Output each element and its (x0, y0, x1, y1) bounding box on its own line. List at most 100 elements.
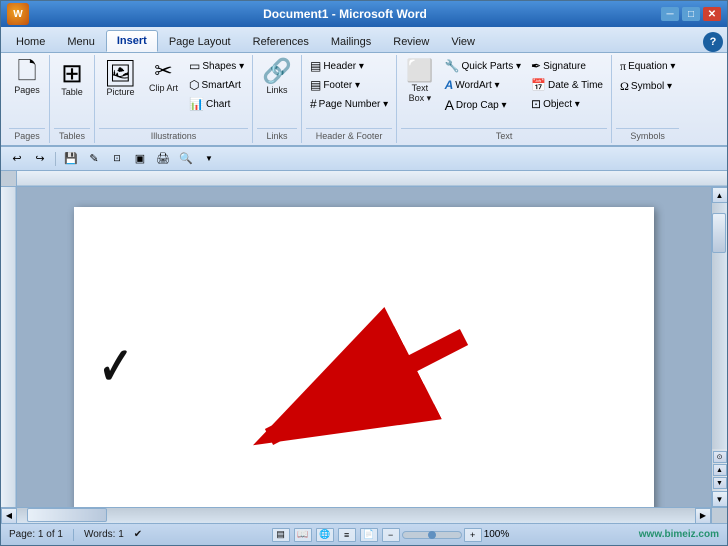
qa-btn-5[interactable]: ⊡ (107, 150, 127, 168)
maximize-button[interactable]: □ (682, 7, 700, 21)
chart-button[interactable]: 📊 Chart (185, 95, 248, 113)
pages-icon: 🗋 (17, 60, 36, 84)
tab-references[interactable]: References (242, 30, 320, 52)
qa-btn-6[interactable]: ▣ (130, 150, 150, 168)
links-icon: 🔗 (262, 60, 292, 84)
equation-label: Equation ▾ (628, 61, 675, 72)
h-scroll-thumb[interactable] (27, 508, 107, 522)
wordart-label: WordArt ▾ (455, 80, 499, 91)
office-icon: W (13, 9, 22, 20)
wordart-button[interactable]: A WordArt ▾ (441, 76, 525, 94)
ribbon: 🗋 Pages Pages ⊞ Table Tables 🖼 Picture (1, 53, 727, 147)
textbox-button[interactable]: ⬜ TextBox ▾ (401, 57, 438, 107)
h-scroll-track[interactable] (17, 508, 695, 523)
ribbon-group-header-footer: ▤ Header ▾ ▤ Footer ▾ # Page Number ▾ He… (302, 55, 397, 143)
ruler-svg (17, 171, 727, 186)
scroll-right-button[interactable]: ▶ (695, 508, 711, 524)
pages-group-label: Pages (9, 128, 45, 143)
scroll-thumb[interactable] (712, 213, 726, 253)
text-stack: 🔧 Quick Parts ▾ A WordArt ▾ A Drop Cap ▾ (441, 57, 525, 115)
scroll-track[interactable] (712, 203, 727, 449)
drop-cap-label: Drop Cap ▾ (456, 100, 507, 111)
signature-button[interactable]: ✒ Signature (527, 57, 607, 75)
shapes-icon: ▭ (189, 59, 200, 73)
view-web-layout[interactable]: 🌐 (316, 528, 334, 542)
drop-cap-icon: A (445, 97, 454, 113)
close-button[interactable]: ✕ (703, 7, 721, 21)
office-button[interactable]: W (7, 3, 29, 25)
zoom-slider-thumb[interactable] (428, 531, 436, 539)
hf-stack: ▤ Header ▾ ▤ Footer ▾ # Page Number ▾ (306, 57, 392, 113)
smartart-label: SmartArt (202, 80, 241, 91)
redo-button[interactable]: ↪ (30, 150, 50, 168)
help-button[interactable]: ? (703, 32, 723, 52)
view-outline[interactable]: ≡ (338, 528, 356, 542)
zoom-slider-track[interactable] (402, 531, 462, 539)
page-number-button[interactable]: # Page Number ▾ (306, 95, 392, 113)
tab-view[interactable]: View (440, 30, 486, 52)
tab-mailings[interactable]: Mailings (320, 30, 382, 52)
picture-button[interactable]: 🖼 Picture (99, 57, 142, 100)
symbols-stack: π Equation ▾ Ω Symbol ▾ (616, 57, 679, 96)
text-stack2: ✒ Signature 📅 Date & Time ⊡ Object ▾ (527, 57, 607, 113)
drop-cap-button[interactable]: A Drop Cap ▾ (441, 95, 525, 115)
ribbon-group-pages: 🗋 Pages Pages (5, 55, 50, 143)
tab-home[interactable]: Home (5, 30, 56, 52)
check-icon[interactable]: ✔ (134, 529, 142, 540)
equation-button[interactable]: π Equation ▾ (616, 57, 679, 76)
header-button[interactable]: ▤ Header ▾ (306, 57, 392, 75)
tab-page-layout[interactable]: Page Layout (158, 30, 242, 52)
zoom-in-button[interactable]: + (464, 528, 482, 542)
qa-btn-4[interactable]: ✎ (84, 150, 104, 168)
ruler-scale (17, 171, 727, 186)
qa-btn-7[interactable]: 🖨 (153, 150, 173, 168)
table-button[interactable]: ⊞ Table (54, 57, 90, 100)
zoom-out-button[interactable]: − (382, 528, 400, 542)
links-content: 🔗 Links (257, 57, 297, 126)
document-content-area[interactable]: ✓ (17, 187, 711, 507)
qa-dropdown[interactable]: ▼ (199, 150, 219, 168)
text-content: ⬜ TextBox ▾ 🔧 Quick Parts ▾ A WordArt ▾ … (401, 57, 607, 126)
undo-button[interactable]: ↩ (7, 150, 27, 168)
view-full-reading[interactable]: 📖 (294, 528, 312, 542)
qa-btn-8[interactable]: 🔍 (176, 150, 196, 168)
minimize-button[interactable]: ─ (661, 7, 679, 21)
view-print-layout[interactable]: ▤ (272, 528, 290, 542)
symbol-button[interactable]: Ω Symbol ▾ (616, 77, 679, 96)
view-draft[interactable]: 📄 (360, 528, 378, 542)
ribbon-group-tables: ⊞ Table Tables (50, 55, 95, 143)
tab-insert[interactable]: Insert (106, 30, 158, 52)
zoom-controls: − + 100% (382, 528, 510, 542)
textbox-icon: ⬜ (406, 60, 433, 82)
annotation-svg (74, 207, 654, 507)
date-button[interactable]: 📅 Date & Time (527, 76, 607, 94)
smartart-button[interactable]: ⬡ SmartArt (185, 76, 248, 94)
pages-button[interactable]: 🗋 Pages (9, 57, 45, 98)
page-number-icon: # (310, 97, 317, 111)
symbols-group-label: Symbols (616, 128, 679, 143)
scroll-left-button[interactable]: ◀ (1, 508, 17, 524)
hf-group-label: Header & Footer (306, 128, 392, 143)
prev-page-button[interactable]: ▲ (713, 464, 727, 476)
links-button[interactable]: 🔗 Links (257, 57, 297, 98)
scroll-up-button[interactable]: ▲ (712, 187, 728, 203)
save-button[interactable]: 💾 (61, 150, 81, 168)
quick-parts-button[interactable]: 🔧 Quick Parts ▾ (441, 57, 525, 75)
ribbon-group-illustrations: 🖼 Picture ✂ Clip Art ▭ Shapes ▾ ⬡ SmartA… (95, 55, 253, 143)
shapes-button[interactable]: ▭ Shapes ▾ (185, 57, 248, 75)
next-page-button[interactable]: ▼ (713, 477, 727, 489)
scroll-down-button[interactable]: ▼ (712, 491, 728, 507)
clip-art-button[interactable]: ✂ Clip Art (144, 57, 183, 96)
shapes-label: Shapes ▾ (202, 61, 244, 72)
select-browse-button[interactable]: ⊙ (713, 451, 727, 463)
document-wrapper: ✓ ▲ ⊙ ▲ ▼ ▼ (1, 171, 727, 523)
footer-button[interactable]: ▤ Footer ▾ (306, 76, 392, 94)
table-label: Table (61, 87, 83, 97)
tables-content: ⊞ Table (54, 57, 90, 126)
signature-icon: ✒ (531, 59, 541, 73)
status-bar: Page: 1 of 1 Words: 1 ✔ ▤ 📖 🌐 ≡ 📄 − + 10… (1, 523, 727, 545)
tab-menu[interactable]: Menu (56, 30, 106, 52)
object-button[interactable]: ⊡ Object ▾ (527, 95, 607, 113)
tab-review[interactable]: Review (382, 30, 440, 52)
ribbon-group-symbols: π Equation ▾ Ω Symbol ▾ Symbols (612, 55, 683, 143)
